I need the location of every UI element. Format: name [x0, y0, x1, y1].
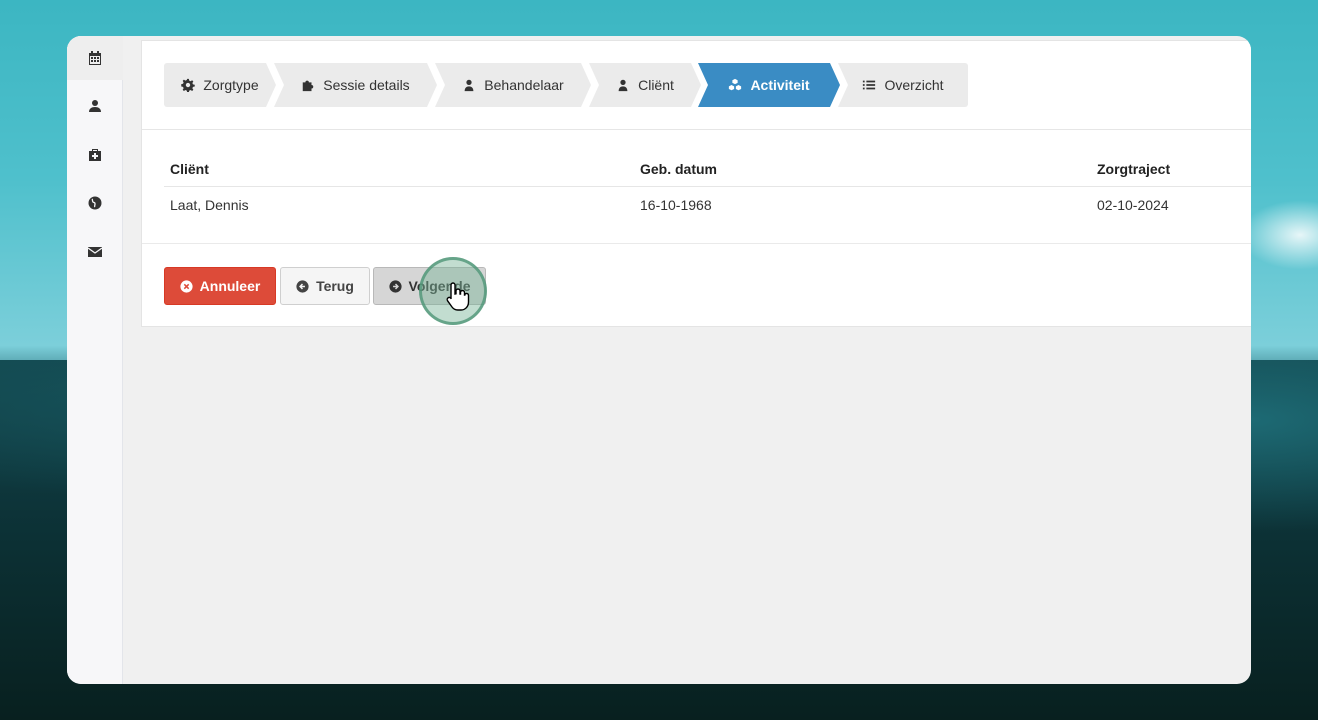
wizard-step-sessie-details[interactable]: Sessie details: [274, 63, 437, 107]
wizard-step-label: Overzicht: [884, 77, 944, 93]
sidebar-item-calendar[interactable]: [67, 36, 123, 80]
table-header-divider: [164, 186, 1251, 187]
wizard-step-behandelaar[interactable]: Behandelaar: [435, 63, 591, 107]
user-icon: [616, 78, 630, 92]
globe-icon: [88, 196, 102, 210]
sidebar-item-medkit[interactable]: [67, 133, 123, 177]
wizard-step-activiteit[interactable]: Activiteit: [698, 63, 840, 107]
user-icon: [89, 100, 101, 112]
user-icon: [462, 78, 476, 92]
back-button-label: Terug: [316, 278, 354, 294]
arrow-circle-right-icon: [388, 279, 402, 293]
wizard-step-label: Zorgtype: [203, 77, 259, 93]
wizard-step-overzicht[interactable]: Overzicht: [838, 63, 968, 107]
cell-zorgtraject-date: 02-10-2024: [1097, 197, 1169, 213]
wizard-step-zorgtype[interactable]: Zorgtype: [164, 63, 276, 107]
sidebar-item-globe[interactable]: [67, 181, 123, 225]
cancel-button-label: Annuleer: [199, 278, 261, 294]
background-cloud: [1240, 200, 1318, 270]
times-circle-icon: [180, 279, 193, 293]
app-window: Zorgtype Sessie details Behandelaar Clië…: [67, 36, 1251, 684]
medkit-icon: [89, 149, 101, 161]
column-header-zorgtraject: Zorgtraject: [1097, 161, 1171, 177]
wizard-step-label: Behandelaar: [484, 77, 564, 93]
cell-client-name: Laat, Dennis: [170, 197, 249, 213]
envelope-icon: [87, 247, 103, 257]
divider: [142, 129, 1251, 130]
gear-icon: [181, 78, 195, 92]
divider: [142, 243, 1251, 244]
sidebar-item-user[interactable]: [67, 84, 123, 128]
back-button[interactable]: Terug: [280, 267, 370, 305]
column-header-geb-datum: Geb. datum: [640, 161, 718, 177]
column-header-client: Cliënt: [170, 161, 209, 177]
wizard-step-client[interactable]: Cliënt: [589, 63, 701, 107]
puzzle-icon: [301, 78, 315, 92]
hand-cursor-icon: [446, 282, 470, 311]
cell-birth-date: 16-10-1968: [640, 197, 712, 213]
sidebar: [67, 36, 123, 684]
cancel-button[interactable]: Annuleer: [164, 267, 276, 305]
wizard-step-label: Activiteit: [750, 77, 810, 93]
sidebar-item-mail[interactable]: [67, 230, 123, 274]
cubes-icon: [728, 78, 742, 92]
wizard-step-label: Sessie details: [323, 77, 410, 93]
calendar-icon: [89, 51, 101, 65]
list-icon: [863, 80, 876, 90]
arrow-circle-left-icon: [296, 279, 309, 293]
main-panel: Zorgtype Sessie details Behandelaar Clië…: [141, 40, 1251, 327]
wizard-step-label: Cliënt: [638, 77, 674, 93]
